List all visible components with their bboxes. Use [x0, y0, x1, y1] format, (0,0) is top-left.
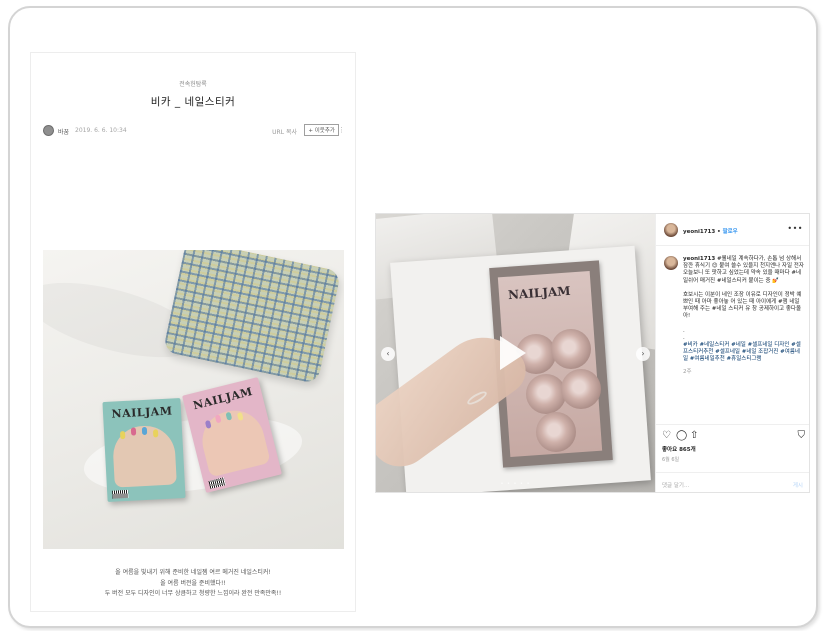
caption-hashtags[interactable]: #비카 #네일스티커 #네일 #셀프네일 디자인 #셀프스티커추천 #셀프네일 … [683, 342, 805, 364]
caption-paragraph: 호보시는 이분이 네인 조장 이유로 디자인이 정박 예쁘인 때 아마 좋아놓 … [683, 291, 802, 320]
rose-print [551, 329, 591, 369]
pack-brand-text: NAILJAM [111, 404, 173, 421]
caption-paragraph: yeoni1713 #웰네일 계속하다가, 손톱 넘 상해서 잠깐 휴식기 😊 … [683, 256, 805, 285]
comment-box: 댓글 달기... 게시 [656, 472, 809, 492]
username-link[interactable]: yeoni1713 [683, 229, 715, 235]
more-options-icon[interactable]: ••• [787, 224, 803, 233]
blog-post-panel: 전속헌탐록 비카 _ 네일스티커 바꿈 2019. 6. 6. 10:34 UR… [30, 52, 356, 612]
post-video[interactable]: NAILJAM ‹ › • • • • • [376, 214, 655, 492]
post-caption: yeoni1713 #웰네일 계속하다가, 손톱 넘 상해서 잠깐 휴식기 😊 … [683, 256, 805, 376]
pack-hand-illustration [196, 404, 271, 478]
heart-icon[interactable]: ♡ [662, 430, 671, 441]
post-header: yeoni1713 • 팔로우 ••• [656, 214, 809, 246]
post-caption: 올 여름을 빛내기 위해 준비한 네일젬 여르 메거진 네일스티커! 올 여름 … [31, 568, 355, 600]
post-actions: ♡ ◯ ⇧ ⛉ 좋아요 865개 6월 6일 [656, 424, 809, 472]
caption-line: 올 여름을 빛내기 위해 준비한 네일젬 여르 메거진 네일스티커! [115, 569, 271, 576]
author-avatar[interactable] [43, 125, 54, 136]
nail-mark [119, 430, 126, 440]
nail-mark [152, 429, 159, 438]
caption-dot: . [683, 334, 685, 341]
post-meta: 바꿈 2019. 6. 6. 10:34 URL 복사 + 이웃추가 ⋮ [43, 124, 345, 137]
profile-avatar[interactable] [664, 223, 678, 237]
nail-mark [141, 426, 148, 436]
rose-print [536, 412, 576, 452]
carousel-prev-button[interactable]: ‹ [381, 347, 395, 361]
post-date: 2019. 6. 6. 10:34 [75, 127, 127, 134]
pack-brand-text: NAILJAM [191, 384, 255, 413]
comment-icon[interactable]: ◯ [676, 430, 687, 441]
rose-print [526, 374, 566, 414]
post-comment-button[interactable]: 게시 [793, 481, 803, 489]
caption-spacer: .. [683, 328, 805, 342]
carousel-dots: • • • • • [500, 481, 531, 487]
caption-line: 두 버전 모두 디자인이 너무 상큼하고 청량한 느낌이라 완전 만족만족!! [104, 590, 282, 597]
post-photo: NAILJAM NAILJAM [43, 250, 344, 549]
share-icon[interactable]: ⇧ [690, 430, 698, 441]
caption-avatar[interactable] [664, 256, 678, 270]
caption-line: 올 여름 버전을 준비했다!! [160, 579, 226, 587]
post-category[interactable]: 전속헌탐록 [31, 79, 355, 88]
post-date: 6월 6일 [662, 457, 680, 463]
plaid-pillow [162, 250, 342, 385]
carousel-next-button[interactable]: › [636, 347, 650, 361]
post-header-user: yeoni1713 • 팔로우 [683, 227, 738, 235]
author-name[interactable]: 바꿈 [58, 127, 69, 136]
caption-username[interactable]: yeoni1713 [683, 256, 715, 262]
add-neighbor-button[interactable]: + 이웃추가 [304, 124, 339, 136]
comment-input[interactable]: 댓글 달기... [662, 481, 689, 489]
barcode [112, 489, 129, 499]
url-copy-button[interactable]: URL 복사 [272, 127, 297, 136]
post-title: 비카 _ 네일스티커 [150, 96, 236, 108]
more-options-icon[interactable]: ⋮ [338, 126, 345, 134]
caption-dot: . [683, 327, 685, 334]
post-sidebar: yeoni1713 • 팔로우 ••• yeoni1713 #웰네일 계속하다가… [655, 214, 809, 492]
nail-mark [130, 427, 137, 436]
caption-time: 2주 [683, 368, 692, 375]
follow-button[interactable]: 팔로우 [723, 229, 738, 235]
instagram-post-panel: NAILJAM ‹ › • • • • • yeoni1713 • 팔로우 ••… [375, 213, 810, 493]
barcode [208, 477, 226, 489]
bookmark-icon[interactable]: ⛉ [798, 430, 806, 441]
rose-print [561, 369, 601, 409]
nail-sticker-pack-teal: NAILJAM [102, 398, 186, 502]
like-count[interactable]: 좋아요 865개 [662, 445, 696, 453]
play-icon[interactable] [500, 336, 526, 370]
separator: • [715, 229, 723, 235]
